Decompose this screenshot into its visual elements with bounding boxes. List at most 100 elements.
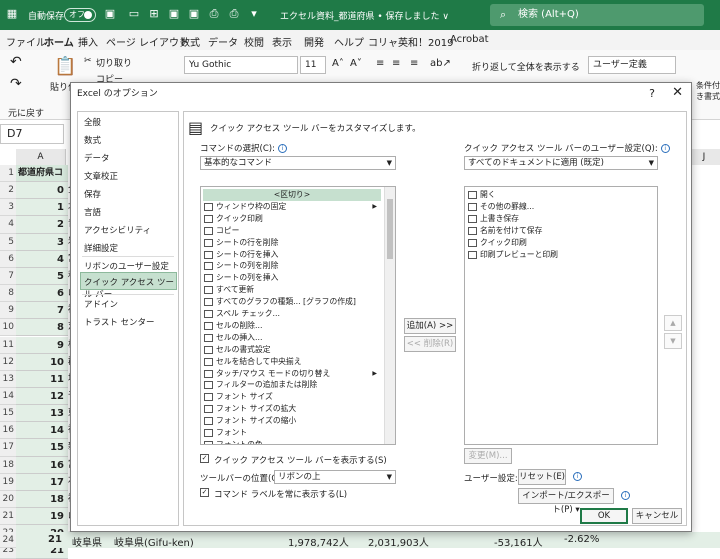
row-header[interactable]: 24	[0, 532, 16, 548]
nav-language[interactable]: 言語	[84, 206, 101, 218]
orientation-icon[interactable]: ab↗	[430, 58, 451, 69]
row-header[interactable]: 20	[0, 490, 16, 508]
header-cell[interactable]: 都道府県コ	[16, 165, 68, 183]
command-item[interactable]: シートの列を削除	[203, 260, 381, 272]
row-header[interactable]: 3	[0, 199, 16, 217]
save-as-icon[interactable]: ▣	[168, 8, 180, 20]
command-item[interactable]: すべて更新	[203, 284, 381, 296]
remove-button[interactable]: << 削除(R)	[404, 336, 456, 352]
nav-proofing[interactable]: 文章校正	[84, 170, 118, 182]
font-size-select[interactable]: 11	[300, 56, 326, 74]
cell-pref[interactable]: 岐阜県	[72, 534, 102, 549]
open-folder-icon[interactable]: ▭	[128, 8, 140, 20]
font-shrink-icon[interactable]: A˅	[350, 58, 362, 69]
row-header[interactable]: 13	[0, 370, 16, 388]
cell-code[interactable]: 7	[16, 302, 68, 320]
move-down-button[interactable]: ▼	[664, 333, 682, 349]
tab-acrobat[interactable]: Acrobat	[450, 34, 489, 45]
cell-code[interactable]: 18	[16, 490, 68, 508]
tab-review[interactable]: 校閲	[244, 34, 264, 49]
command-item[interactable]: セルの削除...	[203, 320, 381, 332]
qat-list[interactable]: 開く その他の罫線... 上書き保存 名前を付けて保存 クイック印刷 印刷プレビューと印刷	[464, 186, 658, 445]
cell-code[interactable]: 21	[48, 534, 62, 545]
close-button[interactable]: ✕	[672, 85, 683, 100]
row-header[interactable]: 10	[0, 319, 16, 337]
row-header[interactable]: 7	[0, 267, 16, 286]
command-item[interactable]: フォント サイズ	[203, 391, 381, 403]
save-icon[interactable]: ▣	[104, 8, 116, 20]
command-item[interactable]: コピー	[203, 225, 381, 237]
cell-code[interactable]: 0	[16, 182, 68, 200]
row-header[interactable]: 4	[0, 216, 16, 234]
paste-icon[interactable]: 📋	[54, 56, 76, 77]
cell-code[interactable]: 17	[16, 473, 68, 491]
command-item[interactable]: シートの行を削除	[203, 237, 381, 249]
customize-qat-icon[interactable]: ▾	[248, 8, 260, 20]
print-preview-icon[interactable]: ⎙	[228, 8, 240, 20]
cell-code[interactable]: 6	[16, 285, 68, 303]
nav-general[interactable]: 全般	[84, 116, 101, 128]
row-header[interactable]: 15	[0, 405, 16, 423]
autosave-toggle[interactable]: オフ	[64, 8, 96, 22]
column-header-j[interactable]: J	[688, 149, 720, 165]
command-item[interactable]: セルを結合して中央揃え	[203, 356, 381, 368]
row-header[interactable]: 2	[0, 182, 16, 200]
import-export-button[interactable]: インポート/エクスポート(P) ▾	[518, 488, 614, 515]
show-labels-checkbox[interactable]: ✓	[200, 488, 209, 497]
font-grow-icon[interactable]: A˄	[332, 58, 344, 69]
row-header[interactable]: 12	[0, 353, 16, 371]
align-bottom-icon[interactable]: ≡	[410, 58, 418, 69]
cell-code[interactable]: 2	[16, 216, 68, 234]
cancel-button[interactable]: キャンセル	[632, 508, 682, 524]
row-header[interactable]: 16	[0, 422, 16, 440]
commands-scrollbar[interactable]	[384, 187, 395, 444]
qat-item[interactable]: 名前を付けて保存	[467, 225, 645, 237]
cell-pct[interactable]: -2.62%	[564, 534, 599, 545]
help-button[interactable]: ?	[649, 87, 655, 100]
align-top-icon[interactable]: ≡	[376, 58, 384, 69]
nav-addins[interactable]: アドイン	[84, 298, 118, 310]
cell-code[interactable]: 1	[16, 199, 68, 217]
row-header[interactable]: 14	[0, 387, 16, 406]
cell-code[interactable]: 13	[16, 405, 68, 423]
nav-quick-access-toolbar[interactable]: クイック アクセス ツール バー	[84, 276, 178, 300]
save-as-copy-icon[interactable]: ▣	[188, 8, 200, 20]
modify-button[interactable]: 変更(M)...	[464, 448, 512, 464]
show-qat-checkbox[interactable]: ✓	[200, 454, 209, 463]
align-middle-icon[interactable]: ≡	[392, 58, 400, 69]
command-item[interactable]: シートの列を挿入	[203, 272, 381, 284]
cut-button[interactable]: 切り取り	[96, 56, 132, 69]
cell-pref-en[interactable]: 岐阜県(Gifu-ken)	[114, 534, 194, 549]
cell-code[interactable]: 15	[16, 439, 68, 457]
command-item[interactable]: フォント サイズの縮小	[203, 415, 381, 427]
qat-item[interactable]: クイック印刷	[467, 237, 645, 249]
undo-icon[interactable]: ↶	[10, 54, 22, 70]
command-item[interactable]: フォント	[203, 427, 381, 439]
row-header[interactable]: 1	[0, 165, 16, 183]
command-item[interactable]: タッチ/マウス モードの切り替え ▶	[203, 368, 381, 380]
row-header[interactable]: 8	[0, 285, 16, 303]
customize-qat-select[interactable]: すべてのドキュメントに適用 (既定) ▼	[464, 156, 658, 170]
qat-item[interactable]: 印刷プレビューと印刷	[467, 249, 645, 261]
command-item[interactable]: フォント サイズの拡大	[203, 403, 381, 415]
cell-code[interactable]: 19	[16, 508, 68, 526]
nav-data[interactable]: データ	[84, 152, 110, 164]
cell-code[interactable]: 5	[16, 267, 68, 286]
row-header[interactable]: 18	[0, 456, 16, 474]
nav-formulas[interactable]: 数式	[84, 134, 101, 146]
commands-list[interactable]: <区切り> ウィンドウ枠の固定 ▶ クイック印刷 コピー シートの行を削除 シートの行を挿入…	[200, 186, 396, 445]
command-item[interactable]: セルの書式設定	[203, 344, 381, 356]
conditional-format-button[interactable]: 条件付き書式	[696, 80, 720, 102]
font-name-select[interactable]: Yu Gothic	[184, 56, 298, 74]
quick-print-icon[interactable]: ⎙	[208, 8, 220, 20]
tab-view[interactable]: 表示	[272, 34, 292, 49]
nav-trust-center[interactable]: トラスト センター	[84, 316, 155, 328]
command-item[interactable]: セルの挿入...	[203, 332, 381, 344]
command-item[interactable]: クイック印刷	[203, 213, 381, 225]
cell-population-2[interactable]: 2,031,903人	[368, 534, 429, 549]
cell-code[interactable]: 14	[16, 422, 68, 440]
table-row[interactable]: 21 岐阜県 岐阜県(Gifu-ken) 1,978,742人 2,031,90…	[16, 532, 720, 549]
row-header[interactable]: 11	[0, 336, 16, 354]
nav-save[interactable]: 保存	[84, 188, 101, 200]
row-header[interactable]: 17	[0, 439, 16, 457]
